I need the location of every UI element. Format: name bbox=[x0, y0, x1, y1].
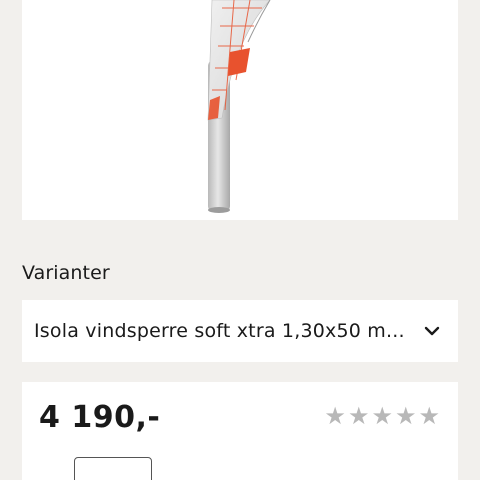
chevron-down-icon bbox=[422, 321, 442, 341]
product-image bbox=[207, 0, 271, 213]
star-icon[interactable]: ★ bbox=[371, 404, 393, 428]
star-icon[interactable]: ★ bbox=[348, 404, 370, 428]
star-icon[interactable]: ★ bbox=[418, 404, 440, 428]
star-icon[interactable]: ★ bbox=[395, 404, 417, 428]
variant-dropdown[interactable]: Isola vindsperre soft xtra 1,30x50 m... bbox=[22, 300, 458, 362]
variants-heading: Varianter bbox=[22, 262, 110, 284]
star-icon[interactable]: ★ bbox=[324, 404, 346, 428]
price-card: 4 190,- ★ ★ ★ ★ ★ bbox=[22, 382, 458, 480]
quantity-input[interactable] bbox=[74, 457, 152, 480]
variant-selected-value: Isola vindsperre soft xtra 1,30x50 m... bbox=[34, 320, 405, 342]
product-image-card[interactable] bbox=[22, 0, 458, 220]
product-page: Varianter Isola vindsperre soft xtra 1,3… bbox=[0, 0, 480, 480]
star-rating[interactable]: ★ ★ ★ ★ ★ bbox=[324, 404, 440, 428]
product-price: 4 190,- bbox=[39, 400, 161, 435]
